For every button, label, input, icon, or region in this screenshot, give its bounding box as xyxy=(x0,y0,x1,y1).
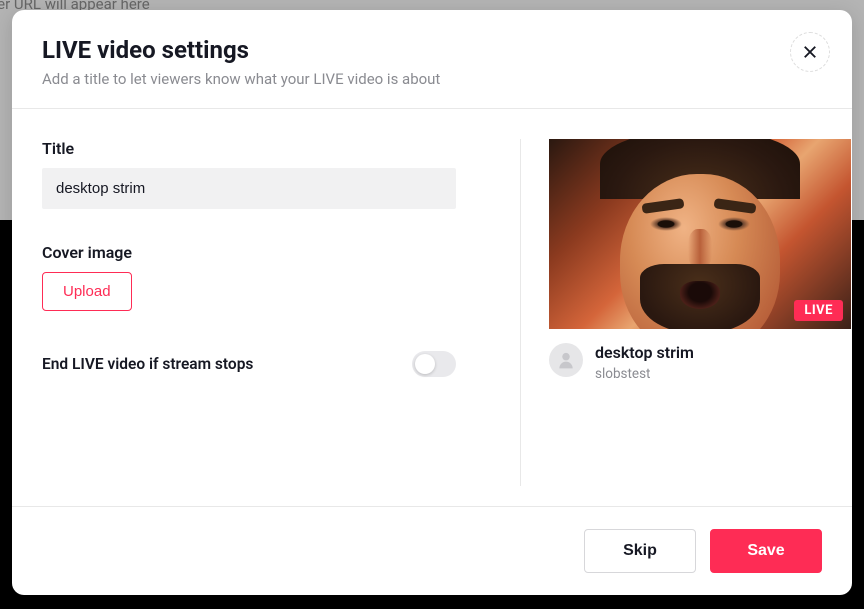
preview-username: slobstest xyxy=(595,366,694,382)
modal-header: LIVE video settings Add a title to let v… xyxy=(12,10,852,109)
title-input[interactable] xyxy=(42,168,456,209)
close-icon xyxy=(801,43,819,61)
form-column: Title Cover image Upload End LIVE video … xyxy=(42,139,492,486)
preview-text: desktop strim slobstest xyxy=(595,343,694,382)
avatar xyxy=(549,343,583,377)
title-label: Title xyxy=(42,139,492,158)
live-settings-modal: LIVE video settings Add a title to let v… xyxy=(12,10,852,595)
preview-meta: desktop strim slobstest xyxy=(549,343,822,382)
upload-button[interactable]: Upload xyxy=(42,272,132,311)
end-stream-label: End LIVE video if stream stops xyxy=(42,355,253,373)
modal-body: Title Cover image Upload End LIVE video … xyxy=(12,109,852,506)
save-button[interactable]: Save xyxy=(710,529,822,573)
preview-face-illustration xyxy=(580,139,820,329)
modal-footer: Skip Save xyxy=(12,506,852,595)
user-icon xyxy=(556,350,576,370)
end-stream-row: End LIVE video if stream stops xyxy=(42,351,456,377)
live-badge: LIVE xyxy=(794,300,843,321)
close-button[interactable] xyxy=(790,32,830,72)
preview-title: desktop strim xyxy=(595,343,694,364)
toggle-knob xyxy=(415,354,435,374)
modal-title: LIVE video settings xyxy=(42,36,822,64)
cover-preview-image: LIVE xyxy=(549,139,851,329)
cover-image-label: Cover image xyxy=(42,243,492,262)
modal-subtitle: Add a title to let viewers know what you… xyxy=(42,70,822,88)
preview-column: LIVE desktop strim slobstest xyxy=(520,139,822,486)
skip-button[interactable]: Skip xyxy=(584,529,696,573)
end-stream-toggle[interactable] xyxy=(412,351,456,377)
